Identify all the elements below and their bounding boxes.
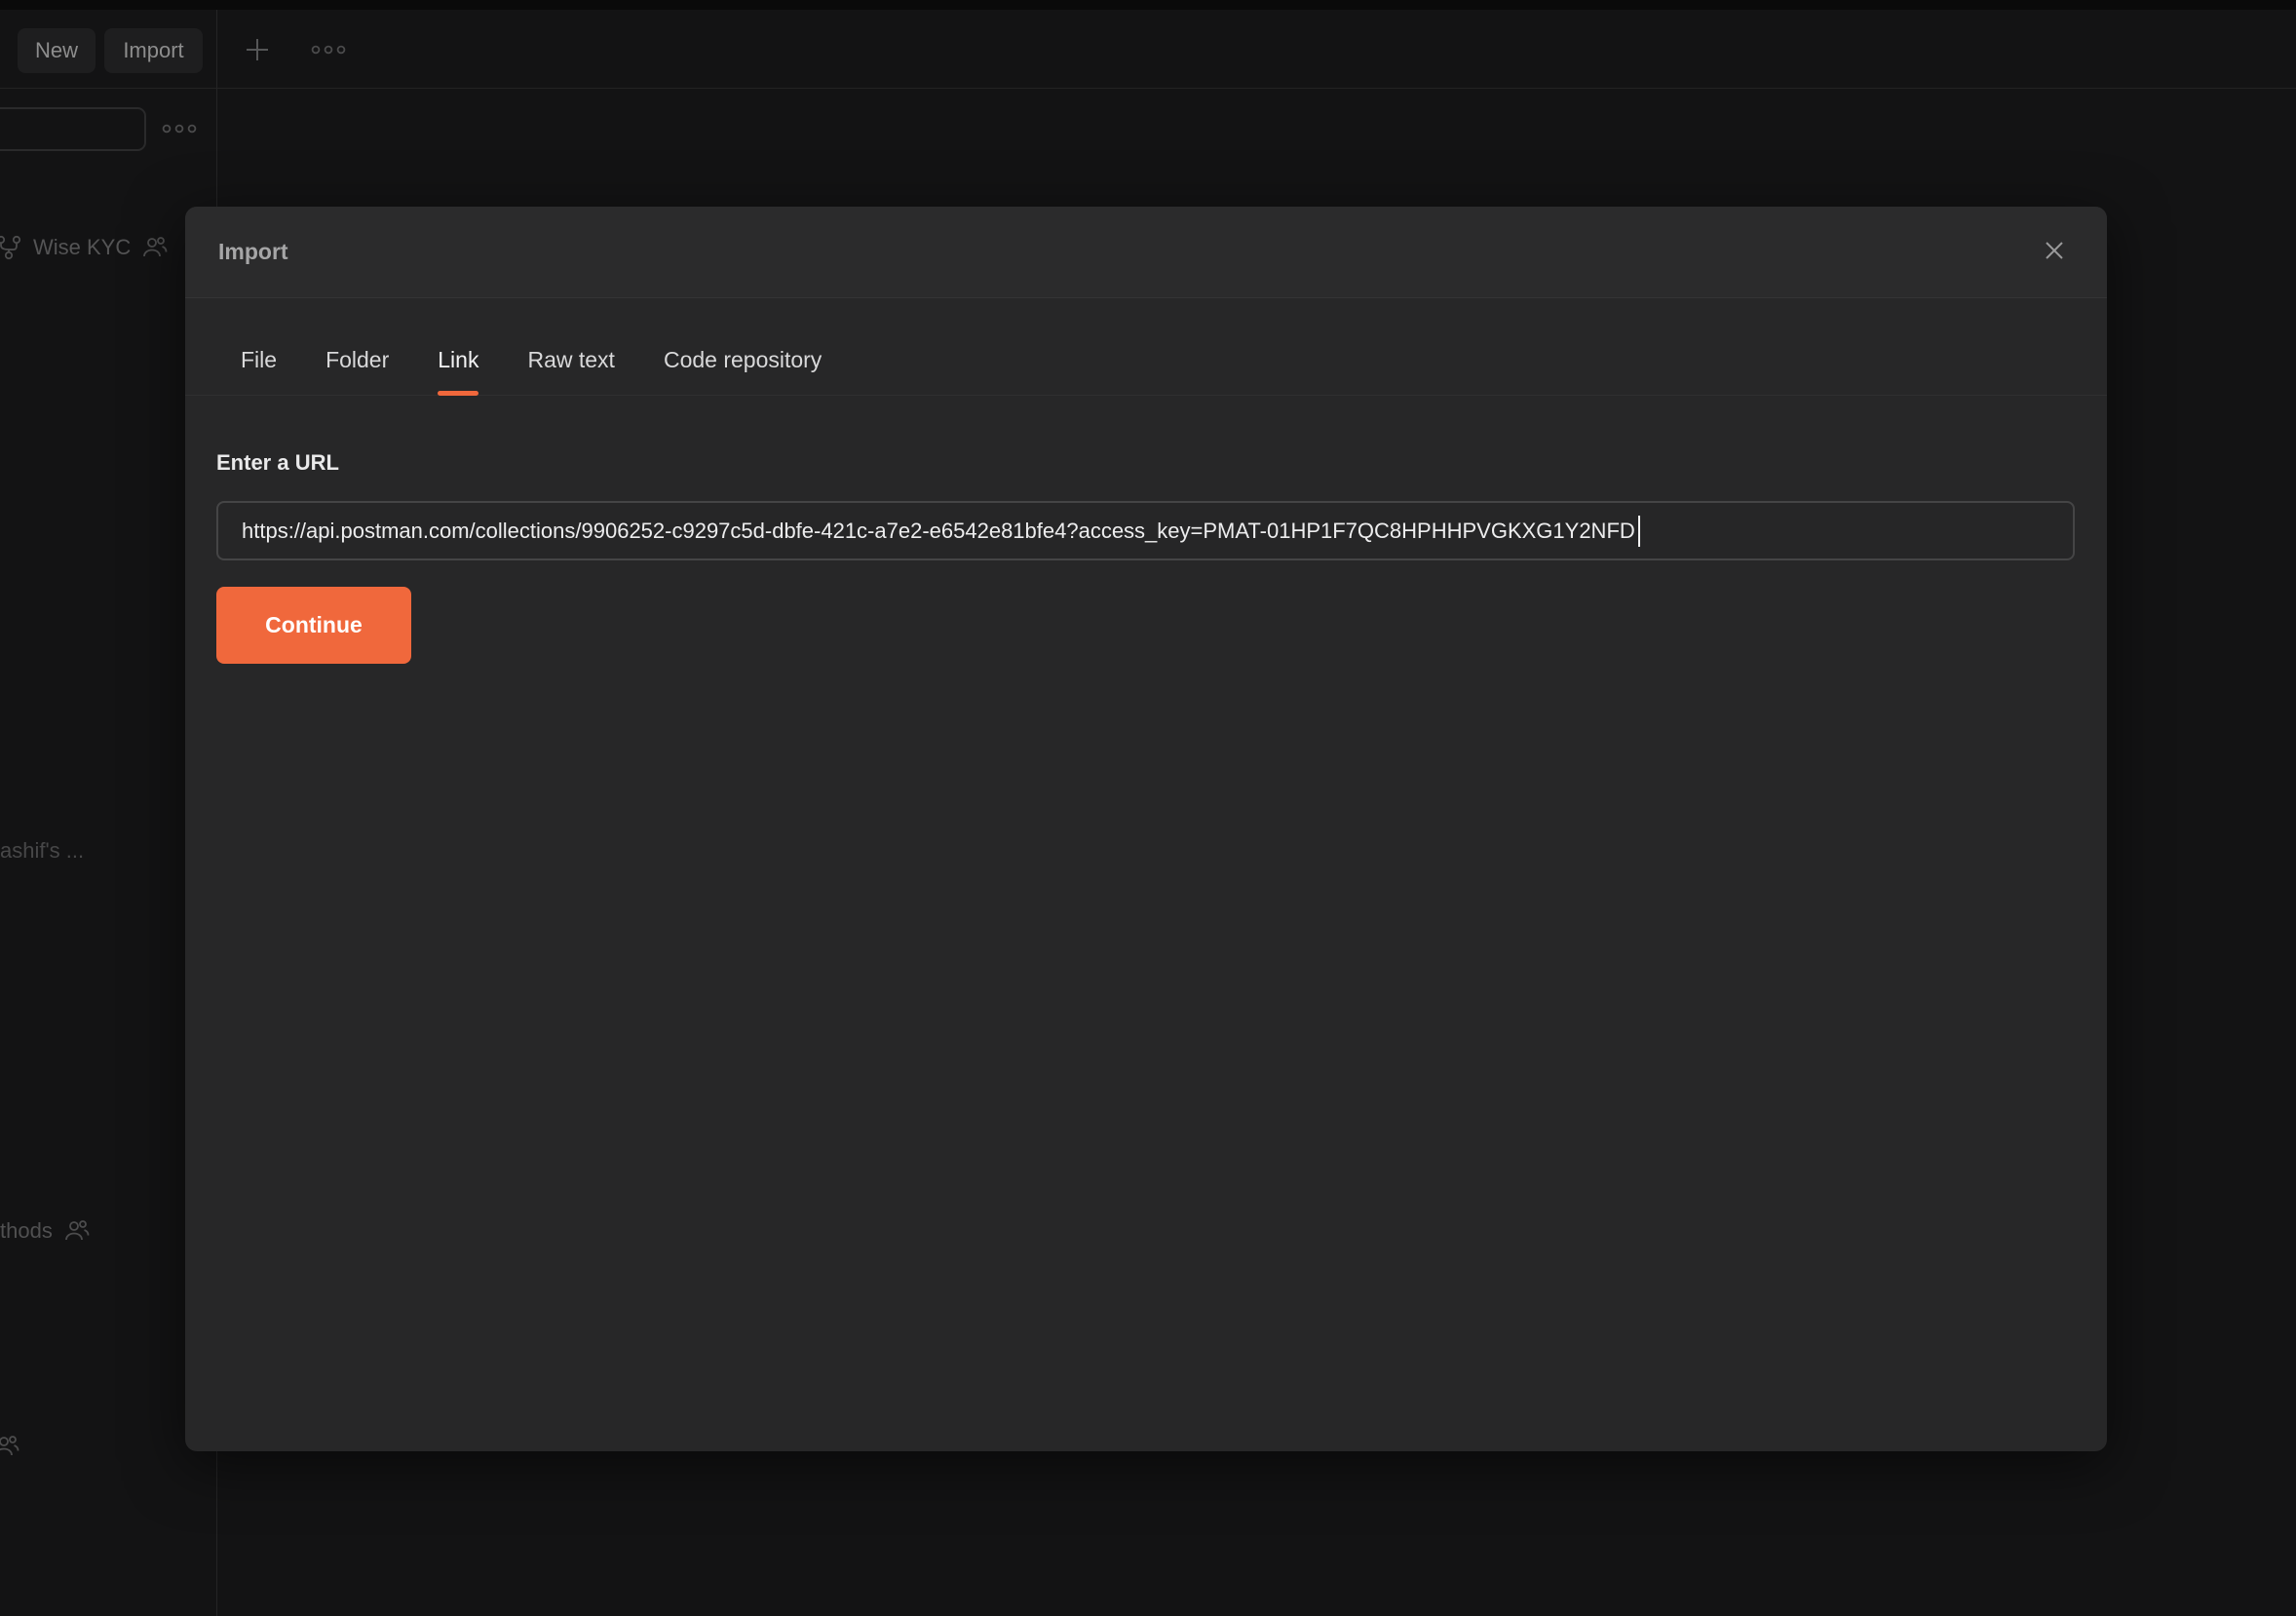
close-dialog-button[interactable] bbox=[2033, 231, 2076, 274]
import-button[interactable]: Import bbox=[104, 28, 203, 73]
sidebar-item-label: thods bbox=[0, 1218, 53, 1244]
users-icon bbox=[64, 1219, 90, 1243]
tab-code-repository[interactable]: Code repository bbox=[664, 347, 822, 398]
tab-file[interactable]: File bbox=[241, 347, 277, 398]
tab-folder[interactable]: Folder bbox=[325, 347, 389, 398]
sidebar-search-input[interactable] bbox=[0, 107, 146, 151]
import-button-label: Import bbox=[123, 38, 183, 63]
continue-button[interactable]: Continue bbox=[216, 587, 411, 664]
tab-link[interactable]: Link bbox=[438, 347, 478, 398]
new-button[interactable]: New bbox=[18, 28, 96, 73]
toolbar-divider bbox=[0, 88, 2296, 89]
users-icon bbox=[142, 236, 168, 259]
import-dialog-header: Import bbox=[185, 207, 2107, 298]
import-tabs: File Folder Link Raw text Code repositor… bbox=[185, 298, 2107, 396]
continue-button-label: Continue bbox=[265, 612, 363, 638]
window-titlebar bbox=[0, 0, 2296, 10]
url-input-value: https://api.postman.com/collections/9906… bbox=[242, 519, 1635, 544]
fork-icon bbox=[0, 234, 21, 261]
postman-app-window: New Import Wise KYC ashif's ... thods bbox=[0, 0, 2296, 1616]
plus-icon bbox=[243, 35, 272, 67]
sidebar-item-kashifs[interactable]: ashif's ... bbox=[0, 838, 84, 864]
sidebar-item-wise-kyc[interactable]: Wise KYC bbox=[0, 234, 168, 261]
new-button-label: New bbox=[35, 38, 78, 63]
more-options-button[interactable] bbox=[310, 39, 347, 62]
tab-raw-text[interactable]: Raw text bbox=[527, 347, 614, 398]
more-horizontal-icon bbox=[162, 123, 197, 137]
close-icon bbox=[2043, 239, 2066, 265]
url-field-label: Enter a URL bbox=[216, 450, 2075, 476]
url-input[interactable]: https://api.postman.com/collections/9906… bbox=[216, 501, 2075, 560]
users-icon bbox=[0, 1435, 19, 1458]
dialog-title: Import bbox=[218, 239, 288, 265]
sidebar-item-thods[interactable]: thods bbox=[0, 1218, 90, 1244]
more-horizontal-icon bbox=[311, 44, 346, 58]
sidebar-item-label: ashif's ... bbox=[0, 838, 84, 864]
sidebar-item-clipped[interactable] bbox=[0, 1435, 19, 1458]
add-tab-button[interactable] bbox=[242, 36, 273, 65]
sidebar-item-label: Wise KYC bbox=[33, 235, 131, 260]
import-dialog-body: Enter a URL https://api.postman.com/coll… bbox=[185, 396, 2107, 664]
import-dialog: Import File Folder Link Raw text Code re… bbox=[185, 207, 2107, 1451]
sidebar-more-button[interactable] bbox=[161, 118, 198, 141]
text-cursor bbox=[1638, 516, 1640, 547]
